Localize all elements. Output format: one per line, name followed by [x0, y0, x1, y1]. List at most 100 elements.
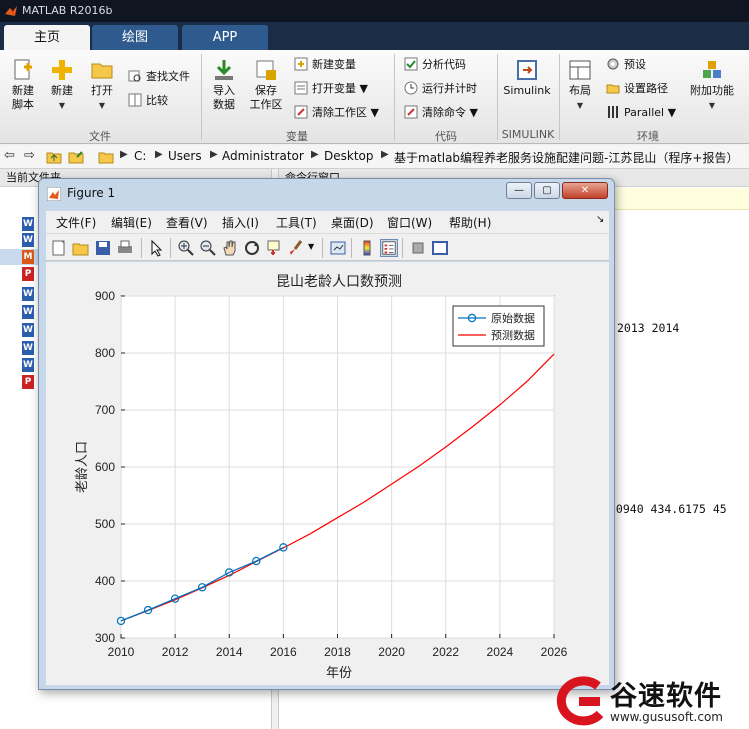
close-button[interactable]: ✕	[562, 182, 608, 199]
open-button[interactable]: 打开 ▼	[84, 58, 120, 113]
breadcrumb-separator-icon: ▶	[120, 149, 128, 160]
menu-help[interactable]: 帮助(H)	[449, 214, 491, 231]
preferences-button[interactable]: 预设	[606, 56, 646, 74]
new-button[interactable]: 新建 ▼	[44, 58, 80, 113]
rotate-3d-icon[interactable]	[243, 239, 261, 257]
new-figure-icon[interactable]	[50, 239, 68, 257]
layout-label: 布局	[569, 84, 591, 97]
x-tick-label: 2026	[541, 645, 568, 659]
import-icon	[215, 60, 233, 80]
word-file-icon[interactable]: W	[22, 341, 34, 355]
word-file-icon[interactable]: W	[22, 323, 34, 337]
minimize-button[interactable]: —	[506, 182, 532, 199]
brush-icon[interactable]	[287, 239, 305, 257]
compare-button[interactable]: 比较	[128, 92, 168, 110]
group-label-code: 代码	[435, 130, 457, 143]
legend-toggle-icon[interactable]	[380, 239, 398, 257]
open-variable-button[interactable]: 打开变量 ▼	[294, 80, 368, 98]
breadcrumb-drive[interactable]: C:	[134, 149, 146, 163]
import-data-button[interactable]: 导入 数据	[206, 58, 242, 112]
new-variable-button[interactable]: 新建变量	[294, 56, 356, 74]
legend[interactable]: 原始数据 预测数据	[452, 305, 545, 347]
set-path-button[interactable]: 设置路径	[606, 80, 668, 98]
menu-tools[interactable]: 工具(T)	[276, 214, 317, 231]
tab-plots[interactable]: 绘图	[92, 25, 178, 50]
simulink-button[interactable]: Simulink	[502, 58, 552, 98]
word-file-icon[interactable]: W	[22, 358, 34, 372]
menu-insert[interactable]: 插入(I)	[222, 214, 259, 231]
parallel-button[interactable]: Parallel ▼	[606, 104, 676, 122]
new-script-button[interactable]: 新建 脚本	[6, 58, 40, 112]
open-variable-dropdown-icon: ▼	[359, 82, 368, 95]
zoom-in-icon[interactable]	[177, 239, 195, 257]
layout-button[interactable]: 布局 ▼	[564, 58, 596, 113]
up-folder-icon[interactable]	[46, 149, 62, 165]
maximize-button[interactable]: ▢	[534, 182, 560, 199]
x-tick-label: 2024	[487, 645, 514, 659]
save-workspace-label: 保存 工作区	[249, 84, 283, 111]
browse-folder-icon[interactable]	[68, 149, 84, 165]
x-axis-label: 年份	[326, 666, 352, 681]
run-and-time-button[interactable]: 运行并计时	[404, 80, 477, 98]
breadcrumb-administrator[interactable]: Administrator	[222, 149, 304, 163]
y-tick-label: 300	[95, 631, 115, 645]
cursor-arrow-icon[interactable]	[148, 239, 166, 257]
root-folder-icon[interactable]	[98, 149, 114, 165]
tab-home[interactable]: 主页	[4, 25, 90, 50]
breadcrumb-desktop[interactable]: Desktop	[324, 149, 374, 163]
word-file-icon[interactable]: W	[22, 305, 34, 319]
tab-apps[interactable]: APP	[182, 25, 268, 50]
new-variable-icon	[294, 57, 308, 71]
show-plot-tools-icon[interactable]	[431, 239, 449, 257]
plot-area[interactable]: 昆山老龄人口数预测 2010 2012 2014 2016 2018 2020 2022 20…	[46, 262, 609, 685]
breadcrumb-users[interactable]: Users	[168, 149, 202, 163]
menu-file[interactable]: 文件(F)	[56, 214, 96, 231]
menu-edit[interactable]: 编辑(E)	[111, 214, 152, 231]
clear-workspace-dropdown-icon: ▼	[370, 106, 379, 119]
clear-commands-button[interactable]: 清除命令 ▼	[404, 104, 478, 122]
menu-window[interactable]: 窗口(W)	[387, 214, 432, 231]
colorbar-icon[interactable]	[358, 239, 376, 257]
word-file-icon[interactable]: W	[22, 217, 34, 231]
link-plot-icon[interactable]	[329, 239, 347, 257]
open-file-icon[interactable]	[72, 239, 90, 257]
figure-canvas[interactable]: 昆山老龄人口数预测 2010 2012 2014 2016 2018 2020 2022 20…	[46, 262, 609, 685]
figure-window[interactable]: Figure 1 — ▢ ✕ 文件(F) 编辑(E) 查看(V) 插入(I) 工…	[38, 178, 615, 690]
gususoft-logo-icon	[556, 676, 604, 726]
y-tick-label: 600	[95, 460, 115, 474]
add-ons-button[interactable]: 附加功能 ▼	[686, 58, 738, 113]
print-figure-icon[interactable]	[116, 239, 134, 257]
menu-desktop[interactable]: 桌面(D)	[331, 214, 374, 231]
forward-arrow-icon[interactable]: ⇨	[24, 148, 35, 163]
selected-file-row[interactable]	[0, 249, 40, 265]
breadcrumb-project-folder[interactable]: 基于matlab编程养老服务设施配建问题-江苏昆山（程序+报告）	[394, 149, 738, 166]
toolbar-separator	[402, 238, 403, 258]
y-tick-label: 700	[95, 403, 115, 417]
pdf-file-icon[interactable]: P	[22, 267, 34, 281]
save-figure-icon[interactable]	[94, 239, 112, 257]
new-plus-icon	[52, 60, 72, 80]
menu-view[interactable]: 查看(V)	[166, 214, 208, 231]
pdf-file-icon[interactable]: P	[22, 375, 34, 389]
menu-dock-arrow-icon[interactable]: ↘	[596, 214, 604, 225]
zoom-out-icon[interactable]	[199, 239, 217, 257]
find-files-button[interactable]: 查找文件	[128, 68, 190, 86]
y-tick-label: 400	[95, 574, 115, 588]
back-arrow-icon[interactable]: ⇦	[4, 148, 15, 163]
pan-hand-icon[interactable]	[221, 239, 239, 257]
breadcrumb-separator-icon: ▶	[155, 149, 163, 160]
word-file-icon[interactable]: W	[22, 287, 34, 301]
y-tick-label: 900	[95, 289, 115, 303]
parallel-dropdown-icon: ▼	[667, 106, 677, 119]
word-file-icon[interactable]: W	[22, 233, 34, 247]
save-workspace-button[interactable]: 保存 工作区	[246, 58, 286, 112]
figure-toolbar: ▼	[46, 233, 609, 261]
hide-plot-tools-icon[interactable]	[409, 239, 427, 257]
matlab-title-bar: MATLAB R2016b	[0, 0, 749, 22]
open-variable-label: 打开变量	[312, 82, 356, 95]
brush-dropdown-icon[interactable]: ▼	[308, 242, 314, 251]
analyze-code-button[interactable]: 分析代码	[404, 56, 466, 74]
clear-workspace-button[interactable]: 清除工作区 ▼	[294, 104, 379, 122]
matlab-file-icon[interactable]: M	[22, 250, 34, 264]
data-cursor-icon[interactable]	[265, 239, 283, 257]
